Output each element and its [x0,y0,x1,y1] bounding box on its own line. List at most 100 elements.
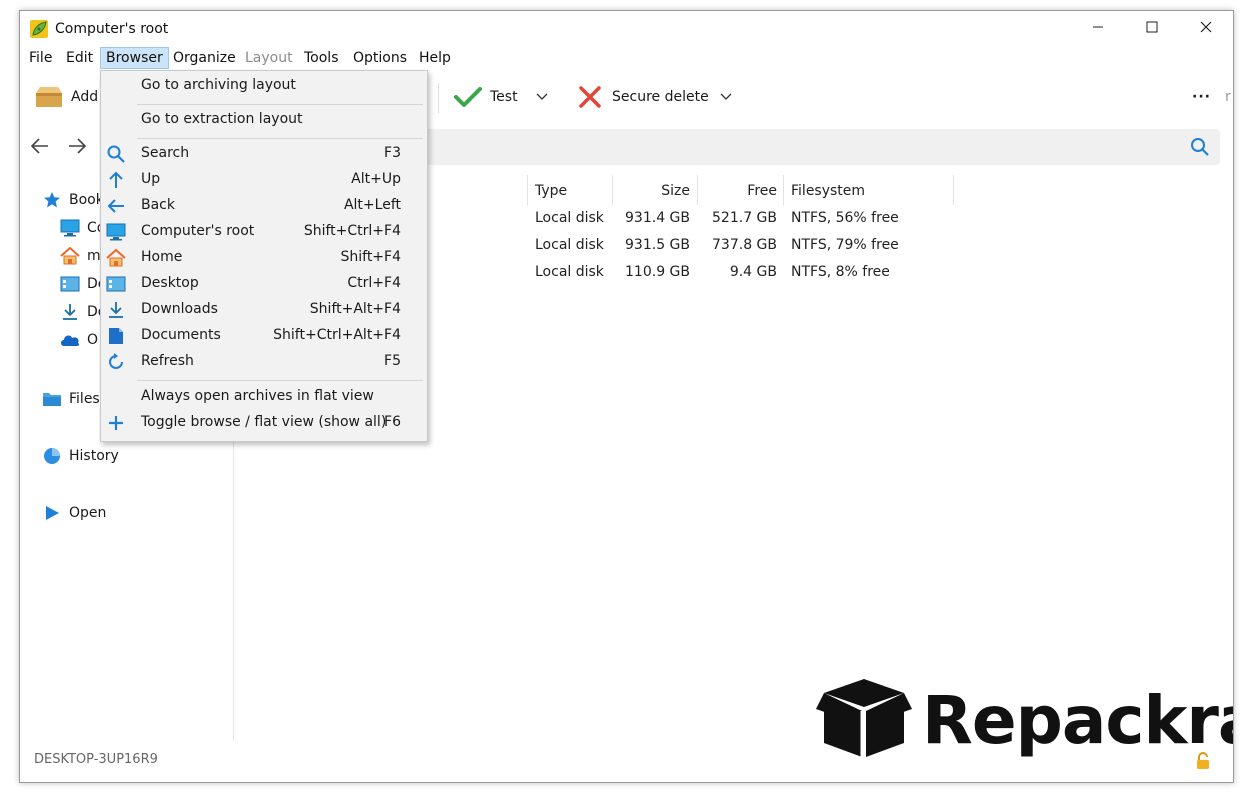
menu-separator [137,380,423,381]
arrow-left-icon[interactable] [30,137,50,159]
menu-item-go-to-extraction-layout[interactable]: Go to extraction layout [101,107,427,133]
more-button[interactable]: ··· [1192,81,1211,113]
menu-item-documents[interactable]: Documents Shift+Ctrl+Alt+F4 [101,323,427,349]
add-label: Add [71,89,99,105]
minimize-button[interactable] [1075,11,1121,47]
test-button[interactable]: Test [454,81,518,113]
menu-separator [137,138,423,139]
cell-filesystem: NTFS, 79% free [791,237,899,253]
plus-icon [106,413,126,433]
sidebar-item-bookmarks[interactable]: Book [42,189,104,211]
menu-help[interactable]: Help [414,47,456,69]
menu-item-shortcut: Shift+Ctrl+Alt+F4 [273,327,401,343]
cell-free: 521.7 GB [712,210,777,226]
downloads-icon [106,300,126,320]
cell-type: Local disk [535,264,604,280]
add-button[interactable]: Add [34,81,98,113]
documents-icon [106,326,126,346]
menu-item-go-to-archiving-layout[interactable]: Go to archiving layout [101,73,427,99]
search-icon [106,144,126,164]
sidebar-item-computer[interactable]: Co [60,217,105,239]
test-label: Test [490,89,518,105]
menu-item-label: Refresh [141,353,194,369]
column-header-filesystem[interactable]: Filesystem [791,179,865,203]
cell-type: Local disk [535,237,604,253]
menu-browser[interactable]: Browser [100,47,169,69]
cell-free: 9.4 GB [729,264,777,280]
status-computer-name: DESKTOP-3UP16R9 [34,752,158,767]
sidebar-item-label: O [87,332,99,348]
menu-item-label: Downloads [141,301,218,317]
folder-icon [42,389,62,409]
menu-item-back[interactable]: Back Alt+Left [101,193,427,219]
toolbar-divider [438,83,439,113]
column-header-size[interactable]: Size [612,179,690,203]
refresh-icon [106,352,126,372]
sidebar-item-filesystem[interactable]: Filesy [42,388,108,410]
menu-item-label: Always open archives in flat view [141,388,374,404]
menu-item-shortcut: Alt+Left [343,197,401,213]
sidebar-item-onedrive[interactable]: O [60,329,98,351]
menu-tools[interactable]: Tools [299,47,344,69]
menu-item-label: Go to extraction layout [141,111,303,127]
menu-item-desktop[interactable]: Desktop Ctrl+F4 [101,271,427,297]
window-title: Computer's root [55,21,169,37]
column-header-free[interactable]: Free [697,179,777,203]
box-icon [34,86,64,108]
arrow-right-icon[interactable] [67,137,87,159]
history-icon [42,446,62,466]
cell-filesystem: NTFS, 56% free [791,210,899,226]
watermark-logo: Repackra [816,675,1233,765]
menu-options[interactable]: Options [348,47,412,69]
sidebar-item-open[interactable]: Open [42,502,106,524]
toolbar-overflow-text: r [1225,89,1231,105]
menu-file[interactable]: File [24,47,57,69]
menu-item-downloads[interactable]: Downloads Shift+Alt+F4 [101,297,427,323]
menu-item-label: Home [141,249,183,265]
maximize-button[interactable] [1129,11,1175,47]
sidebar-item-history[interactable]: History [42,445,119,467]
menu-item-label: Desktop [141,275,199,291]
menu-item-search[interactable]: Search F3 [101,141,427,167]
search-icon[interactable] [1190,137,1210,161]
menu-item-label: Back [141,197,175,213]
menu-item-up[interactable]: Up Alt+Up [101,167,427,193]
menu-item-home[interactable]: Home Shift+F4 [101,245,427,271]
desktop-icon [60,274,80,294]
sidebar-item-home[interactable]: m [60,245,101,267]
menu-item-shortcut: F6 [384,414,401,430]
menu-item-shortcut: Shift+Alt+F4 [309,301,401,317]
menu-item-refresh[interactable]: Refresh F5 [101,349,427,375]
title-bar[interactable]: Computer's root [20,11,1233,47]
open-box-icon [816,675,912,765]
check-icon [454,86,482,108]
test-dropdown-button[interactable] [536,81,548,113]
menu-item-computers-root[interactable]: Computer's root Shift+Ctrl+F4 [101,219,427,245]
onedrive-icon [60,330,80,350]
address-bar[interactable] [418,129,1220,165]
menu-item-label: Computer's root [141,223,255,239]
close-button[interactable] [1183,11,1229,47]
cell-free: 737.8 GB [712,237,777,253]
peazip-logo-icon [30,20,48,38]
column-divider [783,175,784,205]
cell-filesystem: NTFS, 8% free [791,264,890,280]
menu-edit[interactable]: Edit [61,47,98,69]
home-icon [60,246,80,266]
menu-item-label: Toggle browse / flat view (show all) [141,414,387,430]
menu-separator [137,104,423,105]
menu-item-toggle-browse-flat-view[interactable]: Toggle browse / flat view (show all) F6 [101,410,427,436]
secure-delete-button[interactable]: Secure delete [578,81,709,113]
menu-item-shortcut: Shift+F4 [340,249,401,265]
menu-organize[interactable]: Organize [168,47,241,69]
sidebar-item-label: History [69,448,119,464]
play-icon [42,503,62,523]
secure-delete-dropdown-button[interactable] [720,81,732,113]
close-icon [1200,21,1212,37]
downloads-icon [60,302,80,322]
column-header-type[interactable]: Type [535,179,567,203]
menu-layout[interactable]: Layout [240,47,298,69]
computer-icon [106,222,126,242]
menu-item-always-open-flat-view[interactable]: Always open archives in flat view [101,384,427,410]
sidebar-item-label: Open [69,505,107,521]
